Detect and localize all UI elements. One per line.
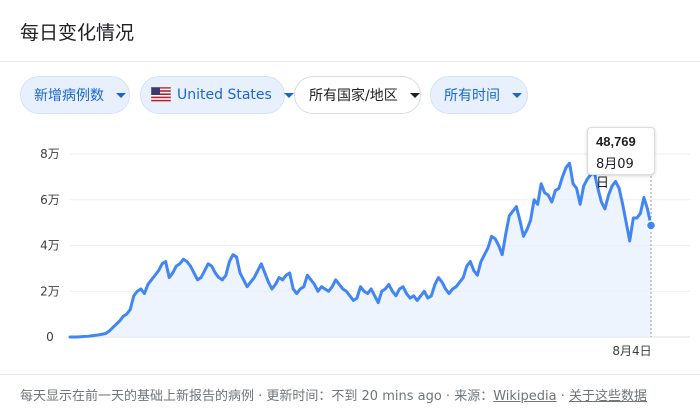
chevron-down-icon — [512, 92, 522, 98]
x-axis-ticks: 8月4日 — [612, 344, 651, 358]
hover-marker — [645, 220, 657, 231]
tooltip-value: 48,769 — [596, 134, 636, 149]
x-tick-label: 8月4日 — [612, 344, 651, 358]
region-dropdown-label: 所有国家/地区 — [309, 88, 398, 104]
footer-description: 每天显示在前一天的基础上新报告的病例 · 更新时间：不到 20 mins ago… — [20, 389, 494, 404]
y-tick-label: 6万 — [40, 193, 60, 207]
card-footer: 每天显示在前一天的基础上新报告的病例 · 更新时间：不到 20 mins ago… — [0, 374, 700, 410]
footer-separator: · — [556, 389, 570, 404]
chevron-down-icon — [116, 92, 126, 98]
metric-dropdown[interactable]: 新增病例数 — [20, 76, 130, 114]
filter-bar: 新增病例数 United States 所有国家/地区 所有时间 — [0, 76, 700, 116]
region-dropdown[interactable]: 所有国家/地区 — [294, 76, 421, 114]
country-dropdown[interactable]: United States — [140, 76, 294, 114]
tooltip-date: 8月09日 — [596, 157, 634, 191]
metric-dropdown-label: 新增病例数 — [34, 88, 104, 104]
us-flag-icon — [150, 86, 172, 104]
cases-area-fill — [70, 163, 651, 337]
chevron-down-icon — [283, 92, 294, 98]
wikipedia-link[interactable]: Wikipedia — [493, 389, 556, 404]
country-dropdown-label: United States — [177, 87, 272, 103]
y-axis-ticks: 0 2万 4万 6万 8万 — [40, 147, 60, 344]
footer-text: 每天显示在前一天的基础上新报告的病例 · 更新时间：不到 20 mins ago… — [20, 385, 647, 404]
card-title: 每日变化情况 — [20, 22, 135, 44]
time-dropdown-label: 所有时间 — [444, 88, 500, 104]
about-data-link[interactable]: 关于这些数据 — [569, 389, 647, 404]
chevron-down-icon — [409, 92, 420, 98]
time-dropdown[interactable]: 所有时间 — [430, 76, 528, 114]
card-header: 每日变化情况 — [0, 0, 700, 62]
hover-tooltip: 48,769 8月09日 — [587, 127, 655, 191]
y-tick-label: 4万 — [40, 239, 60, 253]
y-tick-label: 8万 — [40, 147, 60, 161]
y-tick-label: 2万 — [40, 284, 60, 298]
y-tick-label: 0 — [46, 330, 54, 344]
